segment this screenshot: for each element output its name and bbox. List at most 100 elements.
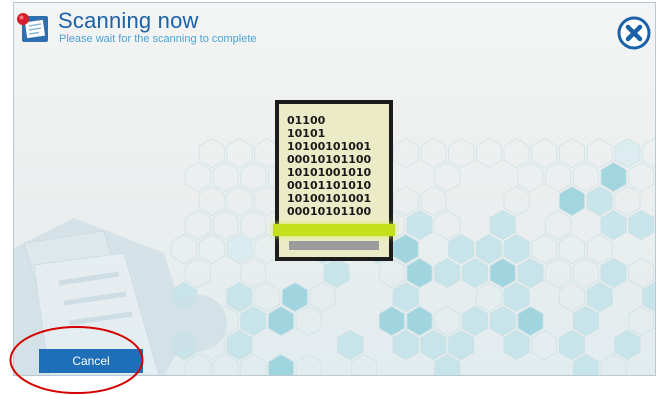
hexagon-shape <box>503 281 530 313</box>
hexagon-shape <box>184 209 211 241</box>
hexagon-shape <box>461 257 488 289</box>
hexagon-shape <box>406 209 433 241</box>
hexagon-shape <box>600 257 627 289</box>
hexagon-shape <box>614 137 641 169</box>
hexagon-shape <box>170 233 198 265</box>
hexagon-shape <box>475 281 502 313</box>
hexagon-shape <box>475 233 502 265</box>
scan-dialog: Scanning now Please wait for the scannin… <box>13 2 656 376</box>
hexagon-shape <box>226 233 253 265</box>
hexagon-shape <box>406 305 433 337</box>
hexagon-shape <box>434 209 461 241</box>
hexagon-shape <box>226 137 253 169</box>
hexagon-shape <box>392 137 419 169</box>
hexagon-shape <box>392 329 419 361</box>
hexagon-shape <box>226 329 253 361</box>
hexagon-shape <box>434 305 461 337</box>
binary-line: 00101101010 <box>287 179 372 192</box>
hexagon-shape <box>642 281 655 313</box>
hexagon-shape <box>323 257 350 289</box>
hexagon-shape <box>558 233 585 265</box>
hexagon-shape <box>351 353 378 375</box>
page-subtitle: Please wait for the scanning to complete <box>59 33 257 45</box>
hexagon-shape <box>434 257 461 289</box>
hexagon-shape <box>434 353 461 375</box>
hexagon-pattern <box>170 137 655 375</box>
hexagon-shape <box>572 305 599 337</box>
hexagon-shape <box>295 353 322 375</box>
scan-line-bar <box>273 224 395 236</box>
binary-line: 10101001010 <box>287 166 372 179</box>
hexagon-shape <box>198 233 225 265</box>
hexagon-shape <box>240 161 267 193</box>
hexagon-shape <box>420 137 447 169</box>
hexagon-shape <box>267 353 295 375</box>
hexagon-shape <box>198 137 225 169</box>
page-title: Scanning now <box>58 8 199 33</box>
hexagon-shape <box>392 281 419 313</box>
hexagon-shape <box>531 233 558 265</box>
hexagon-shape <box>503 329 530 361</box>
hexagon-shape <box>517 305 544 337</box>
hexagon-shape <box>295 305 322 337</box>
binary-line: 10100101001 <box>287 140 372 153</box>
hexagon-shape <box>586 233 613 265</box>
hexagon-shape <box>254 281 281 313</box>
cancel-button[interactable]: Cancel <box>39 349 143 373</box>
hexagon-shape <box>628 161 655 193</box>
binary-line: 00010101100 <box>287 205 372 218</box>
hexagon-shape <box>281 281 308 313</box>
hexagon-shape <box>461 305 488 337</box>
hexagon-shape <box>475 137 502 169</box>
hexagon-shape <box>614 185 641 217</box>
hexagon-shape <box>448 329 475 361</box>
scan-progress-bar <box>289 241 379 250</box>
hexagon-shape <box>309 281 336 313</box>
hexagon-shape <box>628 257 655 289</box>
hexagon-shape <box>198 185 225 217</box>
hexagon-shape <box>240 305 267 337</box>
hexagon-shape <box>614 329 641 361</box>
hexagon-shape <box>392 185 419 217</box>
binary-text-block: 01100 10101 10100101001 00010101100 1010… <box>287 114 371 218</box>
hexagon-shape <box>503 233 530 265</box>
binary-line: 10100101001 <box>287 192 372 205</box>
hexagon-shape <box>531 137 558 169</box>
hexagon-shape <box>212 161 239 193</box>
hexagon-shape <box>517 257 544 289</box>
hexagon-shape <box>517 161 544 193</box>
hexagon-shape <box>586 281 613 313</box>
hexagon-shape <box>503 185 530 217</box>
hexagon-shape <box>572 257 599 289</box>
hexagon-shape <box>586 185 613 217</box>
hexagon-shape <box>406 257 433 289</box>
hexagon-shape <box>545 257 572 289</box>
hexagon-shape <box>240 257 267 289</box>
hexagon-shape <box>420 329 447 361</box>
hexagon-shape <box>545 161 572 193</box>
close-icon[interactable] <box>617 16 651 50</box>
hexagon-shape <box>531 329 558 361</box>
hexagon-shape <box>434 161 461 193</box>
binary-line: 10101 <box>287 127 326 140</box>
hexagon-shape <box>267 305 295 337</box>
hexagon-shape <box>545 209 572 241</box>
hexagon-shape <box>184 353 211 375</box>
hexagon-shape <box>628 305 655 337</box>
scanned-document: 01100 10101 10100101001 00010101100 1010… <box>275 100 393 261</box>
hexagon-shape <box>392 233 419 265</box>
binary-line: 00010101100 <box>287 153 372 166</box>
hexagon-shape <box>503 137 530 169</box>
hexagon-shape <box>489 305 516 337</box>
hexagon-shape <box>600 353 627 375</box>
hexagon-shape <box>240 209 267 241</box>
hexagon-shape <box>600 161 627 193</box>
hexagon-shape <box>558 281 585 313</box>
hexagon-shape <box>628 209 655 241</box>
hexagon-shape <box>600 209 627 241</box>
hexagon-shape <box>212 353 239 375</box>
hexagon-shape <box>212 209 239 241</box>
hexagon-shape <box>448 137 475 169</box>
binary-line: 01100 <box>287 114 326 127</box>
hexagon-shape <box>558 329 585 361</box>
